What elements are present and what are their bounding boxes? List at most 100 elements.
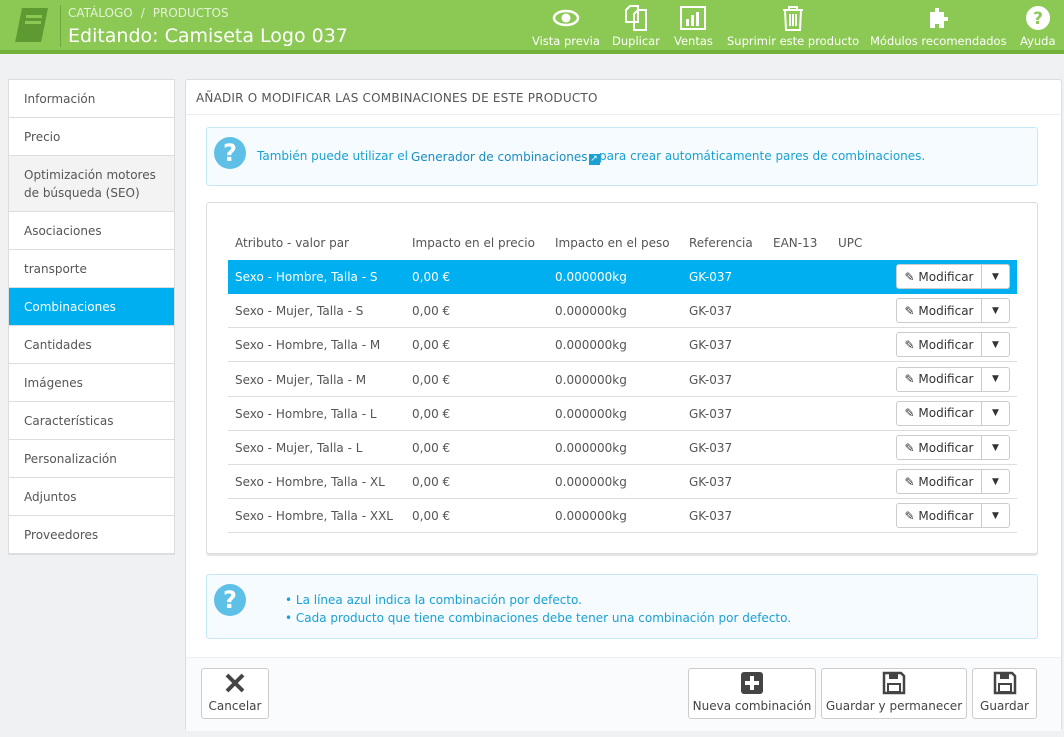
table-row: Sexo - Hombre, Talla - M 0,00 € 0.000000kg… xyxy=(228,328,1017,363)
sidebar-item[interactable]: transporte xyxy=(9,250,174,288)
caret-down-icon: ▼ xyxy=(992,408,999,419)
modify-button[interactable]: ✎ Modificar xyxy=(897,333,982,357)
table-cell: Sexo - Hombre, Talla - L xyxy=(235,406,377,421)
sidebar-item[interactable]: Cantidades xyxy=(9,326,174,364)
toolbar-label: Duplicar xyxy=(612,34,660,48)
column-header: EAN-13 xyxy=(773,236,818,250)
dropdown-toggle[interactable]: ▼ xyxy=(982,436,1009,459)
info-text: para crear automáticamente pares de comb… xyxy=(599,149,926,163)
info-text: También puede utilizar el xyxy=(257,149,408,163)
recommended-modules-button[interactable]: Módulos recomendados xyxy=(870,4,1007,48)
trash-icon xyxy=(783,6,804,31)
column-header: UPC xyxy=(838,236,863,250)
table-cell: 0,00 € xyxy=(412,304,451,319)
panel-footer: Cancelar Nueva combinación Guardar y per… xyxy=(186,657,1061,731)
sidebar-item[interactable]: Precio xyxy=(9,118,174,156)
modify-button[interactable]: ✎ Modificar xyxy=(897,401,982,425)
table-cell: 0,00 € xyxy=(412,372,451,387)
button-label: Modificar xyxy=(918,303,974,318)
save-button[interactable]: Guardar xyxy=(972,668,1037,719)
modify-button-group: ✎ Modificar ▼ xyxy=(896,264,1010,289)
button-label: Modificar xyxy=(918,440,974,455)
modify-button[interactable]: ✎ Modificar xyxy=(897,470,982,494)
button-label: Modificar xyxy=(918,269,974,284)
plus-square-icon xyxy=(741,672,763,694)
caret-down-icon: ▼ xyxy=(992,442,999,453)
new-combination-button[interactable]: Nueva combinación xyxy=(688,668,816,719)
table-cell: Sexo - Hombre, Talla - S xyxy=(235,270,378,284)
breadcrumb-catalog[interactable]: CATÁLOGO xyxy=(68,6,133,20)
sidebar-item[interactable]: Información xyxy=(9,80,174,118)
dropdown-toggle[interactable]: ▼ xyxy=(982,402,1009,425)
sidebar-item[interactable]: Adjuntos xyxy=(9,478,174,516)
dropdown-toggle[interactable]: ▼ xyxy=(982,470,1009,493)
table-cell: 0.000000kg xyxy=(555,406,627,421)
toolbar-label: Módulos recomendados xyxy=(870,34,1007,48)
caret-down-icon: ▼ xyxy=(992,374,999,385)
divider xyxy=(60,5,61,47)
table-cell: GK-037 xyxy=(689,406,733,421)
button-label: Guardar xyxy=(980,699,1029,713)
table-cell: 0.000000kg xyxy=(555,270,627,284)
table-cell: Sexo - Hombre, Talla - XXL xyxy=(235,509,393,524)
pencil-icon: ✎ xyxy=(904,269,915,284)
sidebar-item[interactable]: Optimización motores de búsqueda (SEO) xyxy=(9,156,174,212)
save-and-stay-button[interactable]: Guardar y permanecer xyxy=(821,668,967,719)
column-header: Referencia xyxy=(689,236,753,250)
table-cell: GK-037 xyxy=(689,475,733,490)
pencil-icon: ✎ xyxy=(904,337,915,352)
combination-generator-link[interactable]: Generador de combinaciones ↗ xyxy=(411,150,600,165)
dropdown-toggle[interactable]: ▼ xyxy=(982,265,1009,288)
info-box-generator: ? También puede utilizar el Generador de… xyxy=(206,127,1038,186)
modify-button[interactable]: ✎ Modificar xyxy=(897,265,982,288)
table-row: Sexo - Hombre, Talla - XXL 0,00 € 0.000000… xyxy=(228,499,1017,534)
external-link-icon: ↗ xyxy=(588,154,600,165)
modify-button-group: ✎ Modificar ▼ xyxy=(896,435,1010,460)
preview-button[interactable]: Vista previa xyxy=(532,4,600,48)
table-cell: Sexo - Mujer, Talla - M xyxy=(235,372,367,387)
sidebar-item[interactable]: Asociaciones xyxy=(9,212,174,250)
table-cell: 0.000000kg xyxy=(555,372,627,387)
modify-button-group: ✎ Modificar ▼ xyxy=(896,400,1010,426)
delete-product-button[interactable]: Suprimir este producto xyxy=(727,4,859,48)
duplicate-button[interactable]: Duplicar xyxy=(612,4,660,48)
sales-button[interactable]: Ventas xyxy=(674,4,713,48)
puzzle-icon xyxy=(930,8,949,28)
dropdown-toggle[interactable]: ▼ xyxy=(982,333,1009,356)
floppy-disk-icon xyxy=(882,671,906,695)
info-box-default: ? • La línea azul indica la combinación … xyxy=(206,574,1038,639)
modify-button[interactable]: ✎ Modificar xyxy=(897,367,982,391)
breadcrumb: CATÁLOGO / PRODUCTOS xyxy=(68,6,237,20)
column-header: Impacto en el peso xyxy=(555,236,670,250)
sidebar-item[interactable]: Proveedores xyxy=(9,516,174,554)
table-cell: Sexo - Mujer, Talla - S xyxy=(235,304,364,319)
table-cell: 0.000000kg xyxy=(555,338,627,353)
button-label: Cancelar xyxy=(208,699,262,713)
sidebar-item[interactable]: Personalización xyxy=(9,440,174,478)
cancel-button[interactable]: Cancelar xyxy=(201,668,269,719)
pencil-icon: ✎ xyxy=(904,372,915,387)
table-cell: 0,00 € xyxy=(412,406,451,421)
combinations-table: Atributo - valor par Impacto en el preci… xyxy=(206,202,1038,554)
dropdown-toggle[interactable]: ▼ xyxy=(982,504,1009,527)
link-label: Generador de combinaciones xyxy=(411,150,588,164)
info-list-item: • La línea azul indica la combinación po… xyxy=(285,593,582,607)
question-icon: ? xyxy=(214,137,246,169)
pencil-icon: ✎ xyxy=(904,303,915,318)
modify-button[interactable]: ✎ Modificar xyxy=(897,299,982,323)
breadcrumb-products[interactable]: PRODUCTOS xyxy=(153,6,229,20)
help-button[interactable]: ? Ayuda xyxy=(1020,4,1056,48)
dropdown-toggle[interactable]: ▼ xyxy=(982,368,1009,391)
modify-button[interactable]: ✎ Modificar xyxy=(897,436,982,459)
table-row-default: Sexo - Hombre, Talla - S 0,00 € 0.000000kg… xyxy=(228,260,1017,294)
toolbar-label: Ayuda xyxy=(1020,34,1056,48)
close-icon xyxy=(225,673,245,693)
table-row: Sexo - Hombre, Talla - L 0,00 € 0.000000kg… xyxy=(228,397,1017,431)
sidebar-item[interactable]: Imágenes xyxy=(9,364,174,402)
sidebar-item[interactable]: Combinaciones xyxy=(9,288,174,326)
breadcrumb-separator: / xyxy=(140,6,145,20)
modify-button[interactable]: ✎ Modificar xyxy=(897,504,982,528)
dropdown-toggle[interactable]: ▼ xyxy=(982,299,1009,322)
column-header: Impacto en el precio xyxy=(412,236,535,250)
sidebar-item[interactable]: Características xyxy=(9,402,174,440)
